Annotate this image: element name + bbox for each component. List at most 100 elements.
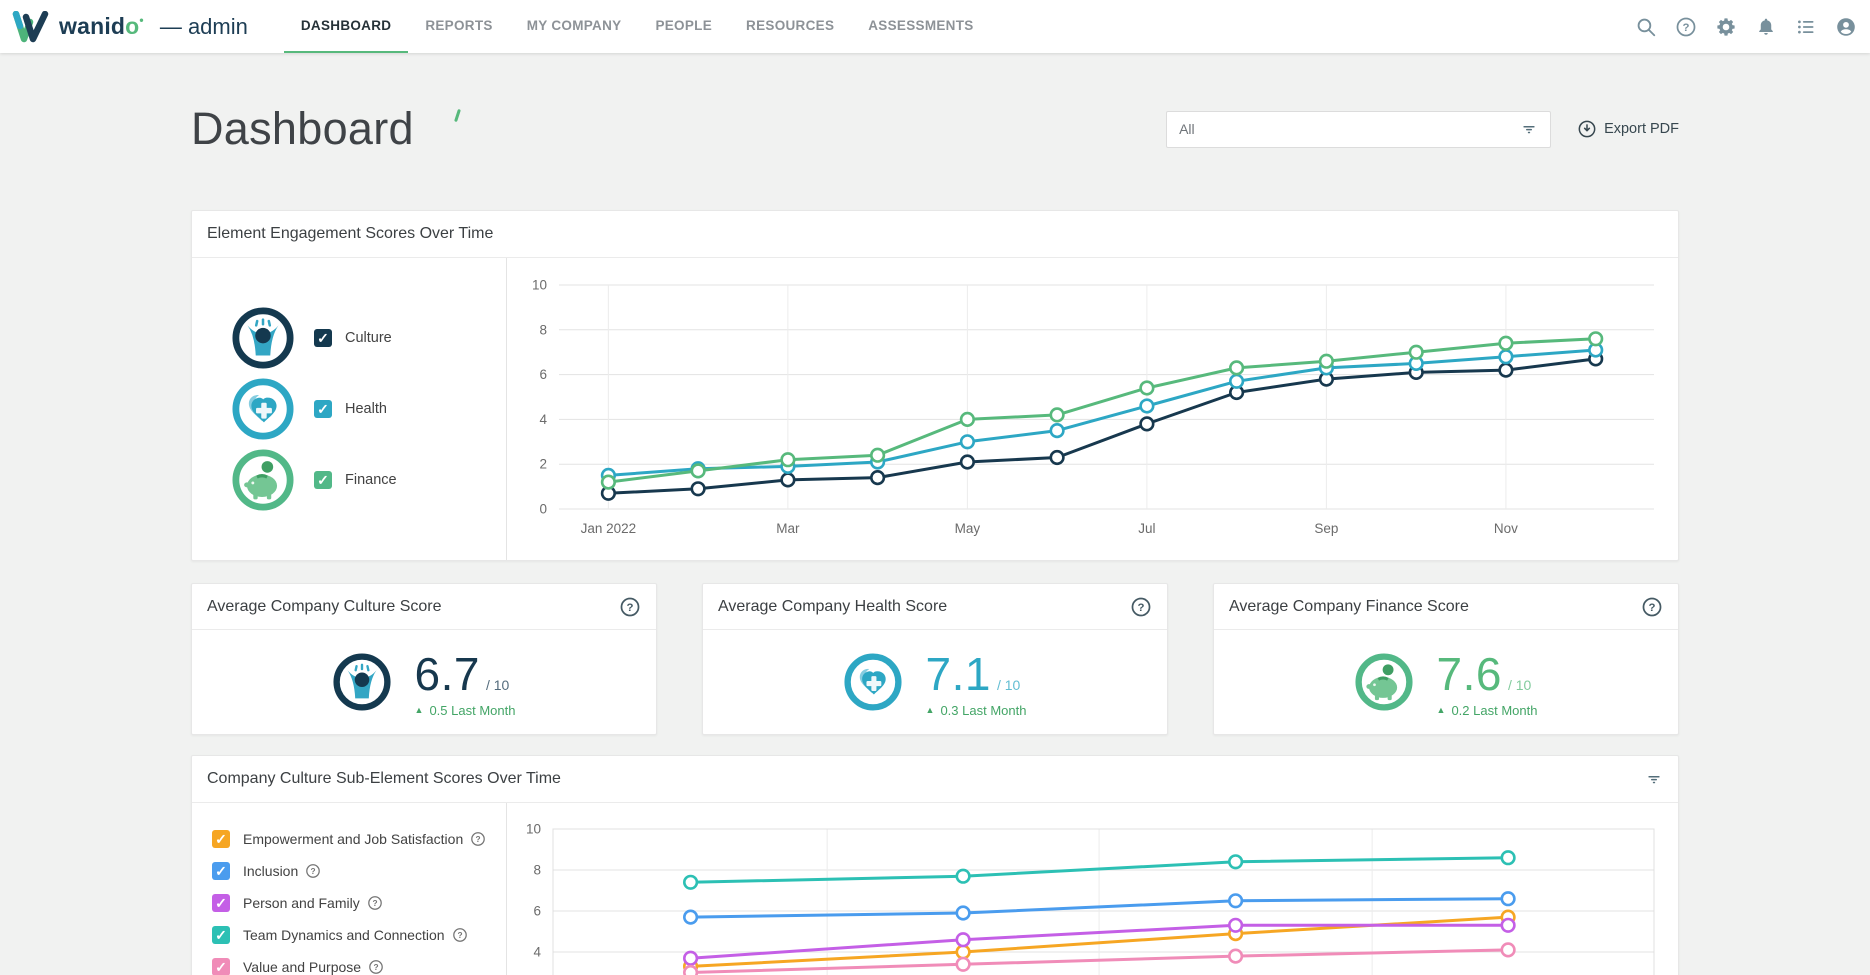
wanido-logo-icon <box>12 11 50 43</box>
svg-text:Jan 2022: Jan 2022 <box>581 521 637 536</box>
list-icon[interactable] <box>1795 16 1817 38</box>
score-denominator: / 10 <box>486 677 509 693</box>
help-icon[interactable]: ? <box>368 959 384 975</box>
engagement-scores-card: Element Engagement Scores Over Time Cult… <box>191 210 1679 561</box>
svg-text:?: ? <box>311 866 316 876</box>
svg-text:4: 4 <box>533 945 541 960</box>
nav-tab-people[interactable]: PEOPLE <box>638 0 729 53</box>
culture-icon <box>232 307 294 369</box>
svg-text:May: May <box>955 521 981 536</box>
filter-icon <box>1520 120 1538 138</box>
topbar-spacer <box>991 0 1635 53</box>
brand-logo[interactable]: wanido• — admin <box>0 0 262 53</box>
trend-up-icon: ▲ <box>926 705 935 715</box>
score-card-average-company-health-score: Average Company Health Score? 7.1 / 10 ▲ 0.3… <box>702 583 1168 735</box>
help-icon[interactable]: ? <box>452 927 468 943</box>
person-and-family-label: Person and Family <box>243 895 360 911</box>
main-nav: DASHBOARDREPORTSMY COMPANYPEOPLERESOURCE… <box>284 0 991 53</box>
help-icon[interactable]: ? <box>1641 596 1663 618</box>
subelement-chart-area: 0246810 <box>507 803 1678 975</box>
nav-tab-dashboard[interactable]: DASHBOARD <box>284 0 408 53</box>
nav-tab-resources[interactable]: RESOURCES <box>729 0 851 53</box>
engagement-legend-item-health[interactable]: Health <box>232 373 506 444</box>
team-dynamics-and-connection-checkbox[interactable] <box>212 926 230 944</box>
health-icon <box>232 378 294 440</box>
help-icon[interactable]: ? <box>305 863 321 879</box>
value-and-purpose-checkbox[interactable] <box>212 958 230 975</box>
score-value: 7.6 <box>1437 647 1502 701</box>
svg-text:Mar: Mar <box>776 521 800 536</box>
svg-text:?: ? <box>374 962 379 972</box>
culture-icon <box>333 653 391 711</box>
engagement-chart: 0246810Jan 2022MarMayJulSepNov <box>507 258 1678 558</box>
nav-tab-reports[interactable]: REPORTS <box>408 0 509 53</box>
svg-text:?: ? <box>1649 602 1656 614</box>
score-change-text: 0.2 Last Month <box>1451 703 1537 718</box>
svg-text:?: ? <box>372 898 377 908</box>
svg-text:10: 10 <box>532 278 547 293</box>
help-icon[interactable]: ? <box>1130 596 1152 618</box>
subelement-card-title: Company Culture Sub-Element Scores Over … <box>207 770 561 788</box>
brand-name: wanido• <box>59 13 144 40</box>
subelement-legend-item-empowerment-and-job-satisfaction[interactable]: Empowerment and Job Satisfaction? <box>212 823 506 855</box>
health-checkbox[interactable] <box>314 400 332 418</box>
svg-text:10: 10 <box>526 822 541 837</box>
score-card-header: Average Company Health Score? <box>703 584 1167 630</box>
account-icon[interactable] <box>1835 16 1857 38</box>
engagement-chart-area: 0246810Jan 2022MarMayJulSepNov <box>507 258 1678 560</box>
inclusion-checkbox[interactable] <box>212 862 230 880</box>
trend-up-icon: ▲ <box>415 705 424 715</box>
help-icon[interactable]: ? <box>1675 16 1697 38</box>
svg-text:?: ? <box>1138 602 1145 614</box>
topbar-icons: ? <box>1635 0 1870 53</box>
svg-text:Jul: Jul <box>1138 521 1155 536</box>
subelement-legend-item-inclusion[interactable]: Inclusion? <box>212 855 506 887</box>
score-denominator: / 10 <box>997 677 1020 693</box>
score-card-title: Average Company Culture Score <box>207 598 442 616</box>
subelement-legend-item-team-dynamics-and-connection[interactable]: Team Dynamics and Connection? <box>212 919 506 951</box>
notifications-icon[interactable] <box>1755 16 1777 38</box>
health-icon <box>844 653 902 711</box>
inclusion-label: Inclusion <box>243 863 298 879</box>
svg-text:Nov: Nov <box>1494 521 1518 536</box>
score-cards-row: Average Company Culture Score?6.7/ 10▲0.… <box>191 583 1679 735</box>
score-denominator: / 10 <box>1508 677 1531 693</box>
value-and-purpose-label: Value and Purpose <box>243 959 361 975</box>
engagement-legend-item-culture[interactable]: Culture <box>232 302 506 373</box>
export-pdf-label: Export PDF <box>1604 121 1679 137</box>
nav-tab-my-company[interactable]: MY COMPANY <box>510 0 639 53</box>
subelement-legend-column: Empowerment and Job Satisfaction?Inclusi… <box>192 803 507 975</box>
scope-filter-select[interactable]: All <box>1166 111 1551 148</box>
help-icon[interactable]: ? <box>619 596 641 618</box>
subelement-legend-item-value-and-purpose[interactable]: Value and Purpose? <box>212 951 506 975</box>
score-change: ▲0.5 Last Month <box>415 703 516 718</box>
help-icon[interactable]: ? <box>470 831 486 847</box>
engagement-legend-item-finance[interactable]: Finance <box>232 444 506 515</box>
nav-tab-assessments[interactable]: ASSESSMENTS <box>851 0 990 53</box>
finance-checkbox[interactable] <box>314 471 332 489</box>
svg-text:2: 2 <box>539 457 547 472</box>
empowerment-and-job-satisfaction-checkbox[interactable] <box>212 830 230 848</box>
score-card-average-company-finance-score: Average Company Finance Score?7.6/ 10▲0.… <box>1213 583 1679 735</box>
brand-suffix: — admin <box>160 14 248 40</box>
score-change-text: 0.3 Last Month <box>940 703 1026 718</box>
engagement-legend-column: Culture HealthFinance <box>192 258 507 560</box>
subelement-scores-card: Company Culture Sub-Element Scores Over … <box>191 755 1679 975</box>
title-row: Dashboard All Export PDF <box>191 93 1679 165</box>
search-icon[interactable] <box>1635 16 1657 38</box>
score-card-body: 7.1 / 10 ▲ 0.3 Last Month <box>703 630 1167 734</box>
person-and-family-checkbox[interactable] <box>212 894 230 912</box>
engagement-card-title: Element Engagement Scores Over Time <box>207 225 493 243</box>
subelement-legend-item-person-and-family[interactable]: Person and Family? <box>212 887 506 919</box>
score-value: 7.1 <box>926 647 991 701</box>
subelement-filter-icon[interactable] <box>1645 770 1663 788</box>
settings-icon[interactable] <box>1715 16 1737 38</box>
svg-text:?: ? <box>476 834 481 844</box>
culture-checkbox[interactable] <box>314 329 332 347</box>
export-pdf-button[interactable]: Export PDF <box>1577 119 1679 139</box>
svg-text:8: 8 <box>533 863 541 878</box>
culture-label: Culture <box>345 330 392 346</box>
trend-up-icon: ▲ <box>1437 705 1446 715</box>
scope-filter-value: All <box>1179 121 1520 137</box>
help-icon[interactable]: ? <box>367 895 383 911</box>
